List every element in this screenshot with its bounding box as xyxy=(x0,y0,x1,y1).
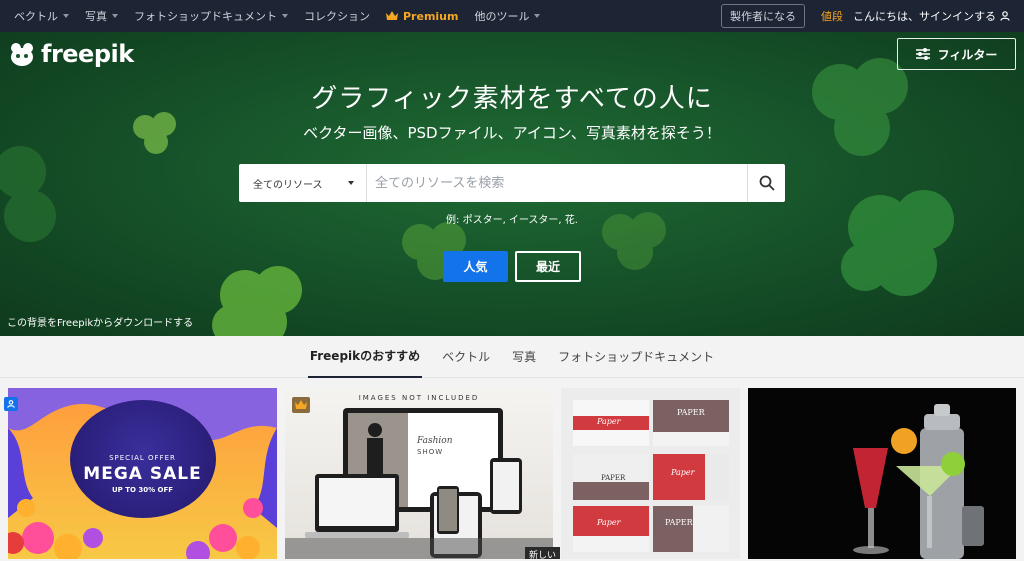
resource-type-select[interactable]: 全てのリソース xyxy=(239,164,367,202)
paper-tile: Paper xyxy=(573,506,649,552)
show-text: SHOW xyxy=(417,448,444,456)
tab-freepik-picks[interactable]: Freepikのおすすめ xyxy=(307,336,423,378)
search-icon xyxy=(759,175,775,191)
tab-psd[interactable]: フォトショップドキュメント xyxy=(556,336,716,378)
tab-vectors[interactable]: ベクトル xyxy=(440,336,492,378)
resource-card-torn-paper[interactable]: Paper PAPER PAPER Paper Paper PAPER xyxy=(561,388,740,559)
clover-decoration xyxy=(0,146,56,242)
nav-premium[interactable]: Premium xyxy=(386,10,458,23)
background-credit-link[interactable]: この背景をFreepikからダウンロードする xyxy=(7,314,193,329)
tab-photos[interactable]: 写真 xyxy=(510,336,538,378)
search-bar: 全てのリソース xyxy=(239,164,785,202)
resource-card-cocktails[interactable] xyxy=(748,388,1016,559)
user-icon xyxy=(1000,11,1010,21)
new-badge: 新しい xyxy=(525,547,561,561)
nav-photos[interactable]: 写真 xyxy=(85,8,118,24)
pricing-link[interactable]: 値段 xyxy=(821,8,843,24)
freepik-logo[interactable]: freepik xyxy=(8,40,134,68)
nav-photos-label: 写真 xyxy=(85,10,107,23)
signin-link[interactable]: こんにちは、サインインする xyxy=(853,8,1010,24)
discount-text: UP TO 30% OFF xyxy=(111,486,174,494)
paper-tile: PAPER xyxy=(653,506,729,552)
resource-card-device-mockup[interactable]: IMAGES NOT INCLUDED Fashion SHOW xyxy=(285,388,553,559)
filter-button[interactable]: フィルター xyxy=(897,38,1016,70)
search-examples[interactable]: 例: ポスター, イースター, 花. xyxy=(0,211,1024,226)
signin-label: こんにちは、サインインする xyxy=(853,10,996,23)
paper-tile: PAPER xyxy=(573,454,649,500)
main-menu: ベクトル 写真 フォトショップドキュメント コレクション Premium 他のツ… xyxy=(0,8,556,24)
resource-type-value: 全てのリソース xyxy=(253,179,323,191)
user-icon xyxy=(4,397,18,411)
chevron-down-icon xyxy=(112,14,118,18)
device-mockup-illustration xyxy=(285,408,553,559)
paper-tile: Paper xyxy=(573,400,649,446)
nav-other-tools[interactable]: 他のツール xyxy=(474,8,541,24)
fashion-text: Fashion xyxy=(417,436,453,446)
nav-vectors[interactable]: ベクトル xyxy=(14,8,69,24)
nav-collections-label: コレクション xyxy=(304,10,370,23)
cocktail-photo xyxy=(853,404,984,559)
top-navigation: ベクトル 写真 フォトショップドキュメント コレクション Premium 他のツ… xyxy=(0,0,1024,32)
freepik-logo-icon xyxy=(11,43,33,66)
logo-text: freepik xyxy=(41,40,134,68)
popular-button[interactable]: 人気 xyxy=(443,251,508,282)
nav-collections[interactable]: コレクション xyxy=(304,8,370,24)
resource-card-mega-sale[interactable]: SPECIAL OFFER MEGA SALE UP TO 30% OFF xyxy=(8,388,277,559)
paper-tile: Paper xyxy=(653,454,729,500)
hero-banner: freepik フィルター グラフィック素材をすべての人に ベクター画像、PSD… xyxy=(0,32,1024,336)
crown-icon xyxy=(386,11,398,21)
nav-vectors-label: ベクトル xyxy=(14,10,58,23)
content-tabs: Freepikのおすすめ ベクトル 写真 フォトショップドキュメント xyxy=(0,336,1024,378)
special-offer-text: SPECIAL OFFER xyxy=(109,454,176,462)
clover-decoration xyxy=(212,266,302,336)
hero-subtitle: ベクター画像、PSDファイル、アイコン、写真素材を探そう！ xyxy=(303,124,721,142)
sliders-icon xyxy=(915,48,930,60)
search-input[interactable] xyxy=(367,164,747,202)
chevron-down-icon xyxy=(63,14,69,18)
paper-tile: PAPER xyxy=(653,400,729,446)
filter-label: フィルター xyxy=(937,47,998,62)
nav-psd[interactable]: フォトショップドキュメント xyxy=(134,8,288,24)
recent-button[interactable]: 最近 xyxy=(515,251,581,282)
mega-sale-title: MEGA SALE xyxy=(83,464,202,484)
crown-icon xyxy=(292,397,310,413)
other-tools-label: 他のツール xyxy=(474,10,530,23)
search-button[interactable] xyxy=(747,164,785,202)
account-area: 製作者になる 値段 こんにちは、サインインする xyxy=(721,0,1010,32)
chevron-down-icon xyxy=(348,181,354,185)
chevron-down-icon xyxy=(534,14,541,18)
become-contributor-button[interactable]: 製作者になる xyxy=(721,4,805,28)
premium-label: Premium xyxy=(403,9,459,23)
clover-decoration xyxy=(841,190,954,296)
chevron-down-icon xyxy=(282,14,288,18)
nav-psd-label: フォトショップドキュメント xyxy=(134,10,277,23)
hero-title: グラフィック素材をすべての人に xyxy=(311,84,713,114)
